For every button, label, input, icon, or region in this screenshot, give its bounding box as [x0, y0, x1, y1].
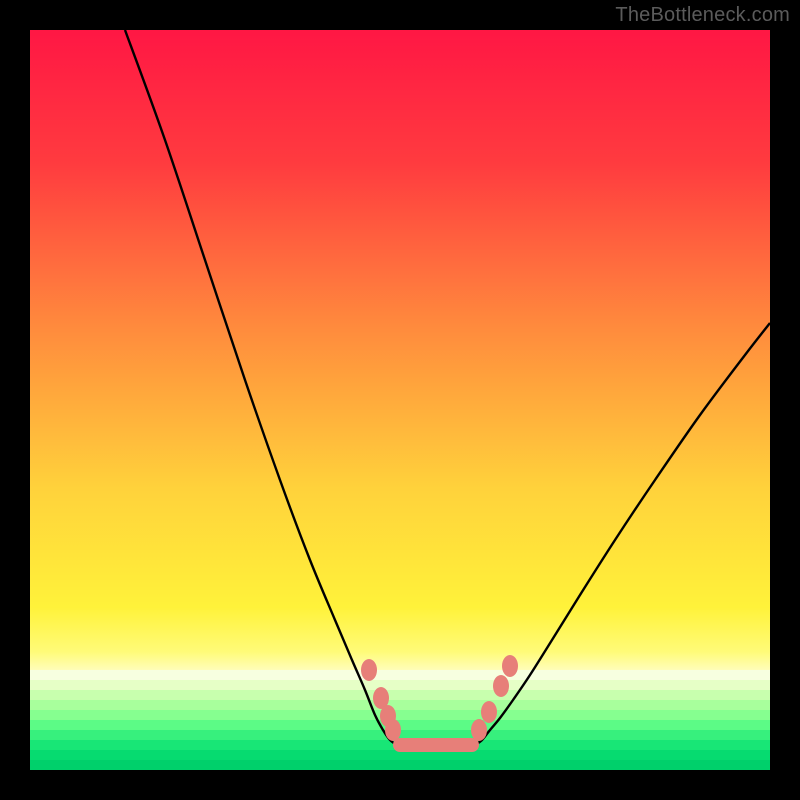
curve-layer — [30, 30, 770, 770]
valley-track — [393, 738, 479, 752]
curve-bead — [502, 655, 518, 677]
curve-bead — [385, 719, 401, 741]
curve-bead — [361, 659, 377, 681]
curve-right-branch — [475, 323, 770, 745]
curve-bead — [493, 675, 509, 697]
chart-frame: TheBottleneck.com — [0, 0, 800, 800]
curve-bead — [481, 701, 497, 723]
curve-left-branch — [125, 30, 397, 745]
curve-bead — [471, 719, 487, 741]
plot-area — [30, 30, 770, 770]
watermark-text: TheBottleneck.com — [615, 4, 790, 27]
